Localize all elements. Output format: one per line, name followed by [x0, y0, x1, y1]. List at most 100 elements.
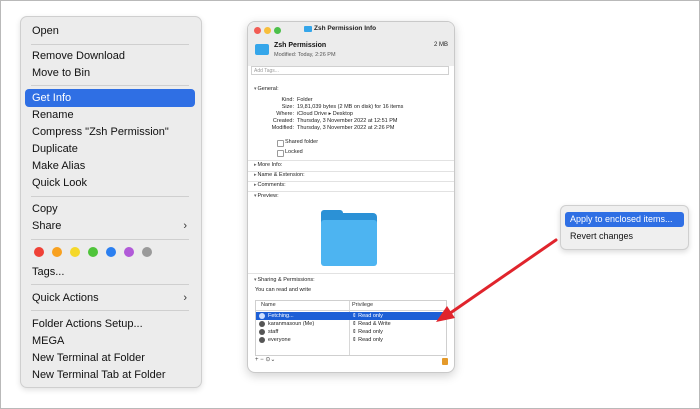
modified-label: Modified:: [271, 125, 294, 131]
modified-value: Thursday, 3 November 2022 at 2:26 PM: [297, 125, 395, 131]
info-window: Zsh Permission Info Zsh Permission Modif…: [247, 21, 455, 373]
menu-item-mega[interactable]: MEGA: [25, 332, 195, 350]
name-column-header[interactable]: Name: [261, 302, 276, 308]
locked-label: Locked: [285, 149, 303, 155]
revert-changes[interactable]: Revert changes: [565, 229, 684, 244]
window-title: Zsh Permission Info: [314, 25, 377, 32]
menu-item-move-to-bin[interactable]: Move to Bin: [25, 64, 195, 82]
menu-item-copy[interactable]: Copy: [25, 200, 195, 218]
menu-item-new-terminal-tab[interactable]: New Terminal Tab at Folder: [25, 366, 195, 384]
divider: [248, 191, 454, 192]
menu-item-make-alias[interactable]: Make Alias: [25, 157, 195, 175]
disclosure-right-icon: ▸: [254, 182, 257, 188]
size-value: 19,81,039 bytes (2 MB on disk) for 16 it…: [297, 104, 404, 110]
disclosure-down-icon: ▾: [254, 193, 257, 199]
menu-separator: [31, 284, 189, 285]
tag-orange-dot[interactable]: [52, 247, 62, 257]
menu-item-open[interactable]: Open: [25, 22, 195, 40]
general-section-header[interactable]: ▾General:: [254, 86, 279, 92]
divider: [248, 273, 454, 274]
preview-label: Preview:: [257, 193, 279, 199]
tag-blue-dot[interactable]: [106, 247, 116, 257]
permission-name: karanmasoun (Me): [268, 321, 315, 327]
more-info-label: More Info:: [257, 162, 283, 168]
permission-name: Fetching...: [268, 313, 294, 319]
permission-row-me[interactable]: karanmasoun (Me) ⇕ Read & Write: [256, 320, 446, 328]
user-icon: [259, 321, 265, 327]
created-label: Created:: [272, 118, 294, 124]
menu-separator: [31, 85, 189, 86]
tag-purple-dot[interactable]: [124, 247, 134, 257]
minimize-button[interactable]: [264, 27, 271, 34]
menu-item-quick-actions-label: Quick Actions: [32, 292, 99, 304]
permissions-controls[interactable]: + − ⊙⌄: [255, 356, 275, 363]
menu-item-remove-download[interactable]: Remove Download: [25, 47, 195, 65]
created-value: Thursday, 3 November 2022 at 12:51 PM: [297, 118, 398, 124]
menu-item-folder-actions-setup[interactable]: Folder Actions Setup...: [25, 315, 195, 333]
permission-row-everyone[interactable]: everyone ⇕ Read only: [256, 336, 446, 344]
permissions-action-menu: Apply to enclosed items... Revert change…: [560, 205, 689, 250]
close-button[interactable]: [254, 27, 261, 34]
name-ext-section-header[interactable]: ▸Name & Extension:: [254, 172, 305, 178]
permission-name: everyone: [268, 337, 291, 343]
sharing-label: Sharing & Permissions:: [257, 277, 315, 283]
sharing-section-header[interactable]: ▾Sharing & Permissions:: [254, 277, 315, 283]
permissions-header-row: Name Privilege: [256, 301, 446, 311]
privilege-select[interactable]: ⇕ Read & Write: [352, 321, 391, 327]
comments-label: Comments:: [257, 182, 286, 188]
kind-label: Kind:: [281, 97, 294, 103]
chevron-right-icon: ›: [183, 220, 187, 232]
general-label: General:: [257, 86, 279, 92]
locked-checkbox[interactable]: [277, 150, 284, 157]
menu-item-rename[interactable]: Rename: [25, 106, 195, 124]
menu-separator: [31, 44, 189, 45]
permission-row-fetching[interactable]: Fetching... ⇕ Read only: [256, 312, 446, 320]
menu-item-share[interactable]: Share ›: [25, 217, 195, 235]
comments-section-header[interactable]: ▸Comments:: [254, 182, 286, 188]
menu-item-quick-actions[interactable]: Quick Actions ›: [25, 289, 195, 307]
zoom-button[interactable]: [274, 27, 281, 34]
group-icon: [259, 329, 265, 335]
tag-yellow-dot[interactable]: [70, 247, 80, 257]
shared-folder-checkbox[interactable]: [277, 140, 284, 147]
context-menu: Open Remove Download Move to Bin Get Inf…: [20, 16, 202, 388]
privilege-select[interactable]: ⇕ Read only: [352, 329, 383, 335]
menu-item-quick-look[interactable]: Quick Look: [25, 174, 195, 192]
tag-gray-dot[interactable]: [142, 247, 152, 257]
permission-name: staff: [268, 329, 279, 335]
shared-folder-label: Shared folder: [285, 139, 319, 145]
menu-item-new-terminal[interactable]: New Terminal at Folder: [25, 349, 195, 367]
where-value: iCloud Drive ▸ Desktop: [297, 111, 353, 117]
preview-folder-icon: [321, 220, 377, 266]
privilege-select[interactable]: ⇕ Read only: [352, 313, 383, 319]
folder-icon: [304, 26, 312, 32]
menu-separator: [31, 239, 189, 240]
chevron-right-icon: ›: [183, 292, 187, 304]
disclosure-right-icon: ▸: [254, 172, 257, 178]
preview-section-header[interactable]: ▾Preview:: [254, 193, 279, 199]
kind-value: Folder: [297, 97, 313, 103]
menu-item-tags[interactable]: Tags...: [25, 263, 195, 281]
more-info-section-header[interactable]: ▸More Info:: [254, 162, 282, 168]
tags-input[interactable]: Add Tags...: [251, 66, 449, 75]
disclosure-down-icon: ▾: [254, 86, 257, 92]
menu-item-duplicate[interactable]: Duplicate: [25, 140, 195, 158]
privilege-select[interactable]: ⇕ Read only: [352, 337, 383, 343]
disclosure-right-icon: ▸: [254, 162, 257, 168]
file-size: 2 MB: [433, 42, 448, 48]
folder-icon: [255, 44, 269, 55]
permissions-table: Name Privilege Fetching... ⇕ Read only k…: [255, 300, 447, 356]
tag-red-dot[interactable]: [34, 247, 44, 257]
sharing-note: You can read and write: [255, 287, 312, 293]
name-ext-label: Name & Extension:: [257, 172, 305, 178]
menu-item-compress[interactable]: Compress "Zsh Permission": [25, 123, 195, 141]
apply-to-enclosed-items[interactable]: Apply to enclosed items...: [565, 212, 684, 227]
permission-row-staff[interactable]: staff ⇕ Read only: [256, 328, 446, 336]
file-name: Zsh Permission: [274, 42, 327, 49]
menu-item-get-info[interactable]: Get Info: [25, 89, 195, 107]
menu-separator: [31, 310, 189, 311]
tag-green-dot[interactable]: [88, 247, 98, 257]
lock-icon[interactable]: [442, 358, 448, 365]
divider: [248, 160, 454, 161]
privilege-column-header[interactable]: Privilege: [352, 302, 373, 308]
